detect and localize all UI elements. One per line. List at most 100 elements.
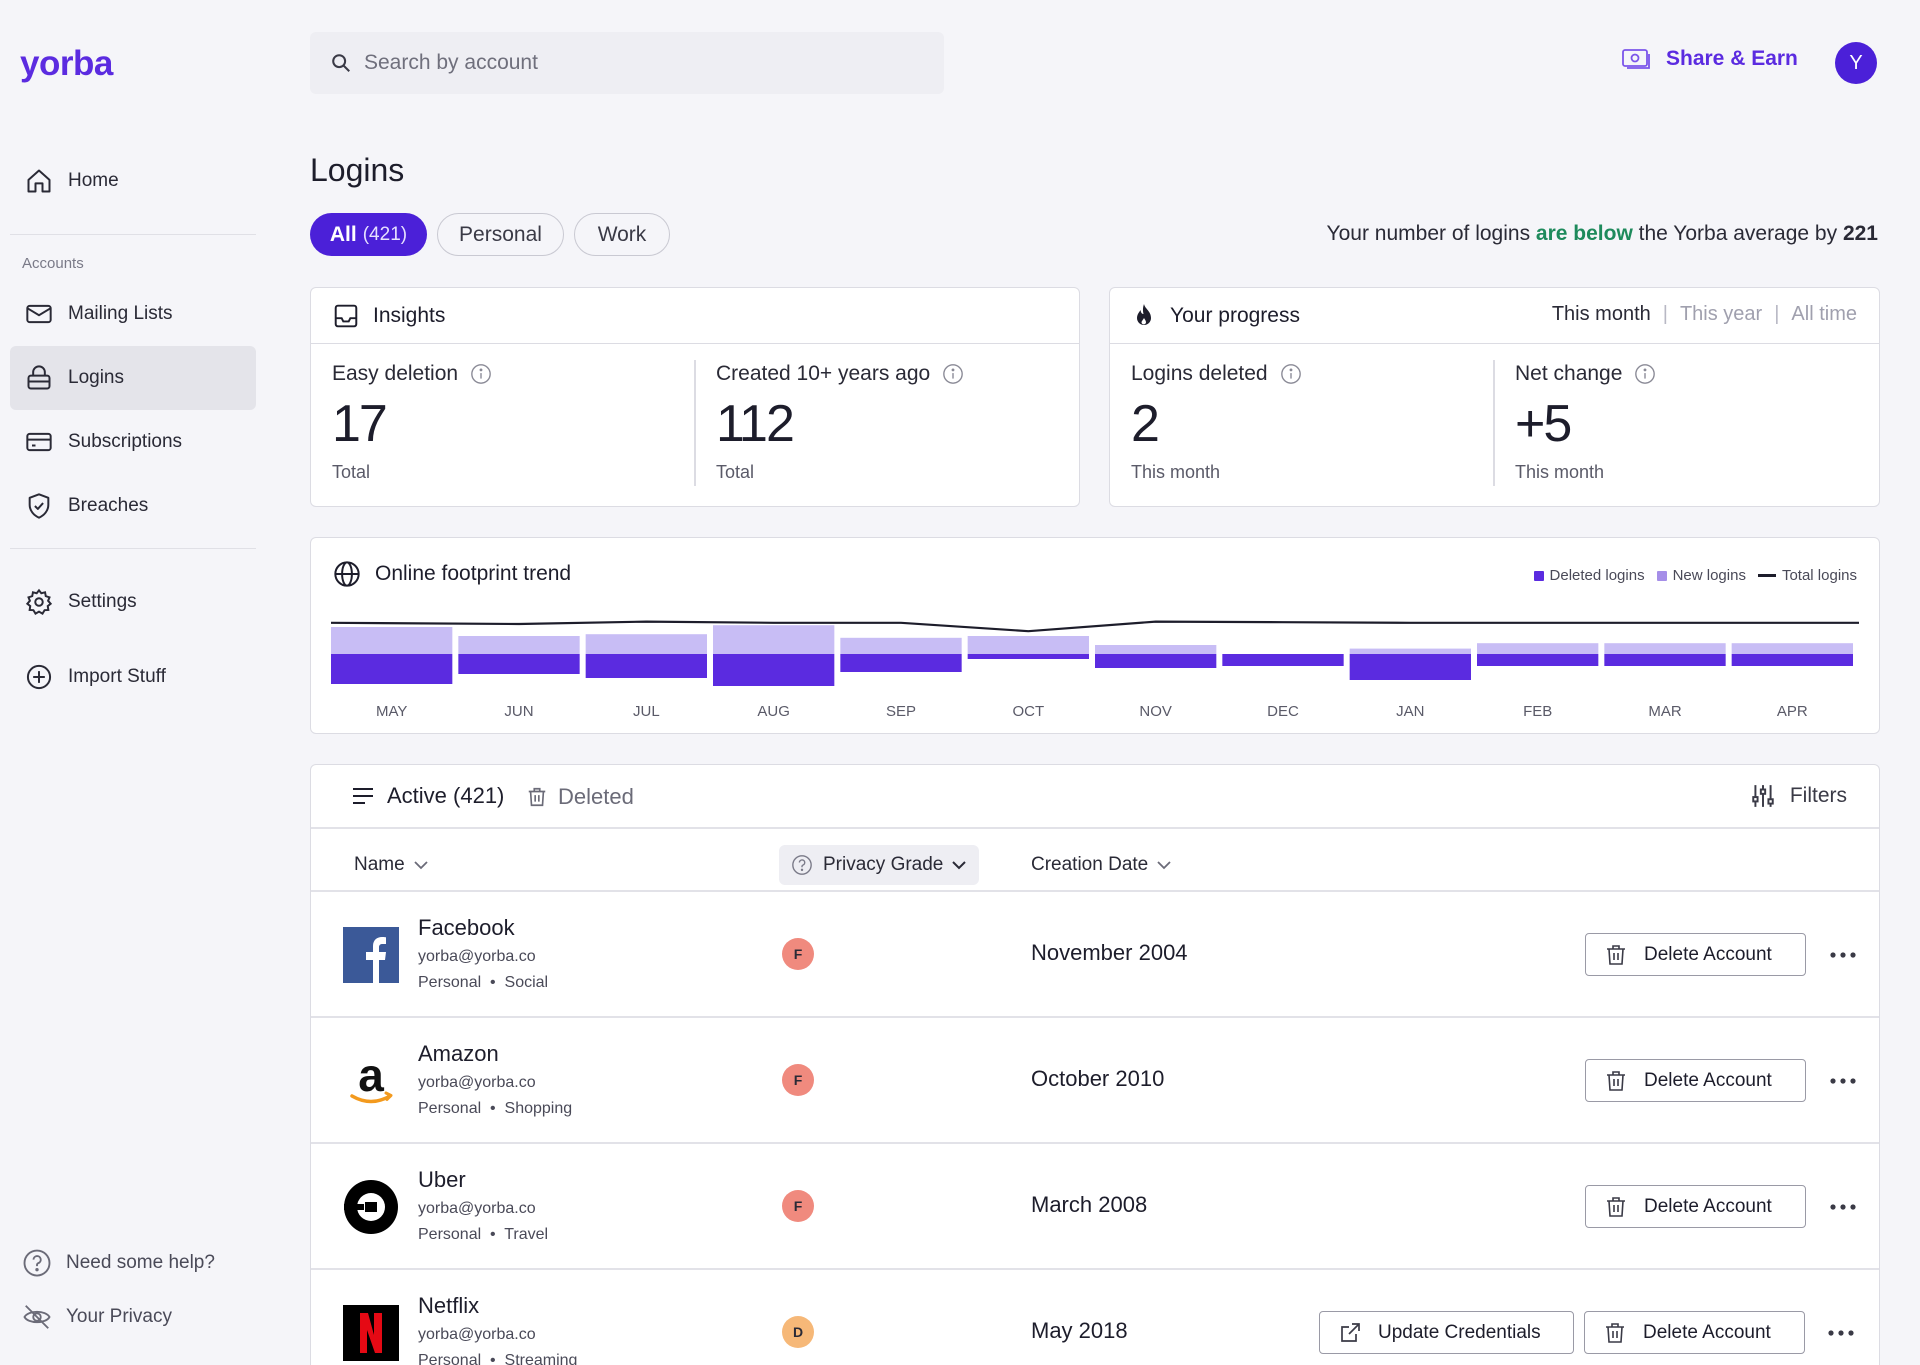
trash-icon: [1604, 1068, 1628, 1094]
info-icon[interactable]: [1280, 363, 1302, 385]
sidebar-item-label: Import Stuff: [68, 666, 166, 687]
info-icon[interactable]: [470, 363, 492, 385]
col-privacy-grade[interactable]: Privacy Grade: [779, 845, 980, 885]
filter-work[interactable]: Work: [574, 213, 670, 256]
sidebar-item-home[interactable]: Home: [10, 149, 256, 213]
bar-deleted-may: [331, 654, 453, 684]
sidebar-item-settings[interactable]: Settings: [10, 570, 256, 634]
sidebar-item-mailing-lists[interactable]: Mailing Lists: [10, 282, 256, 346]
bar-new-oct: [967, 636, 1089, 654]
account-email: yorba@yorba.co: [418, 1326, 536, 1343]
table-row[interactable]: Uber yorba@yorba.co Personal • Travel F …: [311, 1143, 1879, 1268]
table-row[interactable]: Facebook yorba@yorba.co Personal • Socia…: [311, 891, 1879, 1016]
filter-personal[interactable]: Personal: [437, 213, 564, 256]
col-creation-date[interactable]: Creation Date: [1031, 845, 1172, 885]
col-name[interactable]: Name: [354, 845, 429, 885]
yorba-logo[interactable]: yorba: [20, 44, 113, 84]
more-options-icon[interactable]: [1823, 943, 1863, 967]
filter-all-count: (421): [362, 223, 408, 245]
bar-new-aug: [713, 625, 835, 654]
privacy-link[interactable]: Your Privacy: [22, 1302, 172, 1332]
bar-deleted-feb: [1477, 654, 1599, 666]
page-title: Logins: [310, 152, 405, 188]
delete-account-label: Delete Account: [1643, 1321, 1771, 1343]
account-tags: Personal • Shopping: [418, 1100, 573, 1117]
svg-text:a: a: [358, 1053, 384, 1101]
creation-date: November 2004: [1031, 940, 1188, 965]
tab-active[interactable]: Active (421): [343, 765, 513, 829]
range-all-time[interactable]: All time: [1791, 303, 1857, 326]
filters-label: Filters: [1789, 784, 1847, 807]
lock-icon: [24, 363, 54, 393]
legend-deleted: Deleted logins: [1533, 567, 1645, 584]
flame-icon: [1132, 303, 1156, 329]
card-icon: [24, 427, 54, 457]
facebook-logo: [343, 927, 399, 983]
x-tick-label: JAN: [1396, 703, 1424, 720]
info-icon[interactable]: [1634, 363, 1656, 385]
update-credentials-button[interactable]: Update Credentials: [1319, 1311, 1574, 1354]
tab-deleted-label: Deleted: [558, 784, 634, 809]
share-earn-button[interactable]: Share & Earn: [1622, 46, 1798, 72]
sidebar-item-import[interactable]: Import Stuff: [10, 645, 256, 709]
account-name: Netflix: [418, 1293, 480, 1318]
tab-deleted[interactable]: Deleted: [526, 765, 634, 829]
delete-account-button[interactable]: Delete Account: [1585, 1059, 1806, 1102]
sidebar-item-label: Settings: [68, 591, 137, 612]
range-this-month[interactable]: This month: [1552, 303, 1651, 326]
trash-icon: [1603, 1320, 1627, 1346]
insights-title: Insights: [373, 303, 446, 327]
creation-date: October 2010: [1031, 1066, 1165, 1091]
table-row[interactable]: a Amazon yorba@yorba.co Personal • Shopp…: [311, 1017, 1879, 1142]
filters-button[interactable]: Filters: [1750, 783, 1847, 809]
filter-all-label: All: [329, 222, 357, 246]
avg-note-highlight: are below: [1535, 222, 1633, 245]
sidebar-item-label: Breaches: [68, 495, 149, 516]
privacy-grade-badge: D: [782, 1316, 814, 1348]
sidebar-item-breaches[interactable]: Breaches: [10, 474, 256, 538]
help-link[interactable]: Need some help?: [22, 1248, 215, 1278]
line-total-logins: [331, 620, 1859, 633]
sidebar-item-logins[interactable]: Logins: [10, 346, 256, 410]
bar-deleted-jul: [585, 654, 707, 678]
privacy-grade-badge: F: [782, 938, 814, 970]
legend-label: New logins: [1672, 567, 1746, 584]
sidebar-item-label: Logins: [68, 367, 124, 388]
bar-new-apr: [1731, 643, 1853, 654]
bar-deleted-jan: [1349, 654, 1471, 680]
account-name: Facebook: [418, 915, 515, 940]
account-name: Amazon: [418, 1041, 499, 1066]
table-row[interactable]: Netflix yorba@yorba.co Personal • Stream…: [311, 1269, 1879, 1365]
stat-label: Easy deletion: [332, 362, 459, 385]
delete-account-label: Delete Account: [1644, 1195, 1772, 1217]
average-comparison: Your number of logins are below the Yorb…: [1327, 222, 1878, 246]
filter-all[interactable]: All (421): [310, 213, 427, 256]
col-privacy-label: Privacy Grade: [823, 854, 944, 875]
sidebar-item-subscriptions[interactable]: Subscriptions: [10, 410, 256, 474]
more-options-icon[interactable]: [1823, 1069, 1863, 1093]
stat-logins-deleted: Logins deleted 2 This month: [1131, 362, 1302, 483]
stat-value: 112: [716, 395, 795, 453]
avatar[interactable]: Y: [1835, 42, 1877, 84]
delete-account-button[interactable]: Delete Account: [1585, 1185, 1806, 1228]
search-box[interactable]: [310, 32, 944, 94]
info-icon[interactable]: [942, 363, 964, 385]
x-tick-label: AUG: [757, 703, 790, 720]
more-options-icon[interactable]: [1821, 1321, 1861, 1345]
delete-account-button[interactable]: Delete Account: [1584, 1311, 1805, 1354]
privacy-label: Your Privacy: [66, 1306, 172, 1327]
creation-date: May 2018: [1031, 1318, 1128, 1343]
chevron-down-icon: [951, 860, 967, 870]
progress-card: Your progress This month | This year | A…: [1109, 287, 1880, 507]
account-name: Uber: [418, 1167, 466, 1192]
bar-deleted-apr: [1731, 654, 1853, 666]
trash-icon: [526, 785, 548, 809]
more-options-icon[interactable]: [1823, 1195, 1863, 1219]
col-name-label: Name: [354, 854, 405, 875]
search-input[interactable]: [364, 51, 924, 75]
delete-account-button[interactable]: Delete Account: [1585, 933, 1806, 976]
stat-sub: This month: [1515, 462, 1605, 482]
range-this-year[interactable]: This year: [1680, 303, 1762, 326]
x-tick-label: JUL: [633, 703, 660, 720]
list-icon: [351, 785, 375, 807]
